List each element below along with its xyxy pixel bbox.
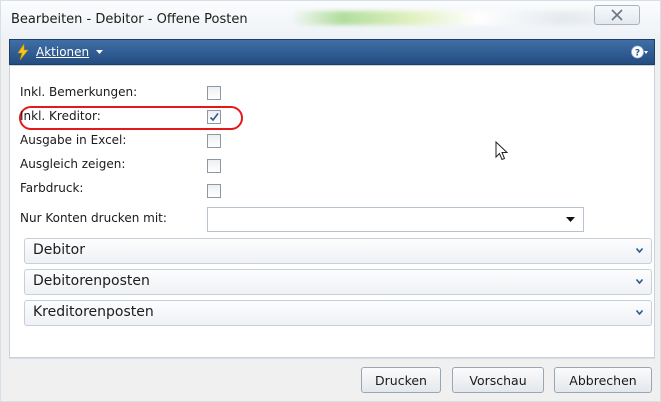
actions-menu[interactable]: Aktionen: [36, 45, 89, 59]
print-button[interactable]: Drucken: [361, 367, 441, 393]
mouse-pointer-icon: [495, 141, 509, 161]
option-label-kreditor: Inkl. Kreditor:: [20, 109, 101, 123]
preview-button[interactable]: Vorschau: [452, 367, 544, 393]
fasttab-debitor-label: Debitor: [33, 242, 85, 258]
nur-konten-label: Nur Konten drucken mit:: [20, 211, 167, 225]
option-label-excel: Ausgabe in Excel:: [20, 133, 127, 147]
dialog-footer: Drucken Vorschau Abbrechen: [9, 358, 655, 399]
action-bar: Aktionen ?: [9, 39, 655, 65]
close-button[interactable]: [594, 5, 640, 25]
chevron-down-icon[interactable]: [96, 50, 103, 54]
checkmark-icon: [209, 113, 219, 122]
title-bar-glow: [291, 11, 631, 25]
dropdown-caret-icon: [566, 217, 575, 222]
fasttab-debitor[interactable]: Debitor: [24, 238, 652, 264]
chevron-down-icon: [636, 310, 643, 315]
fasttab-debitorenposten[interactable]: Debitorenposten: [24, 269, 652, 295]
checkbox-bemerkungen[interactable]: [207, 86, 221, 100]
title-bar: Bearbeiten - Debitor - Offene Posten: [1, 1, 660, 39]
svg-text:?: ?: [635, 49, 640, 59]
cancel-button[interactable]: Abbrechen: [554, 367, 652, 393]
fasttab-kreditorenposten[interactable]: Kreditorenposten: [24, 300, 652, 326]
request-options-panel: Inkl. Bemerkungen: Inkl. Kreditor: Ausga…: [9, 65, 655, 358]
close-icon: [611, 9, 623, 21]
checkbox-ausgleich[interactable]: [207, 159, 221, 173]
fasttab-kreditorenposten-label: Kreditorenposten: [33, 304, 154, 320]
chevron-down-icon: [636, 248, 643, 253]
checkbox-excel[interactable]: [207, 134, 221, 148]
help-circle-icon[interactable]: ?: [631, 45, 649, 59]
dialog-window: Bearbeiten - Debitor - Offene Posten Akt…: [0, 0, 661, 402]
checkbox-kreditor[interactable]: [207, 110, 221, 124]
checkbox-farbdruck[interactable]: [207, 184, 221, 198]
chevron-down-icon: [636, 279, 643, 284]
option-label-farbdruck: Farbdruck:: [20, 181, 84, 195]
lightning-bolt-icon: [17, 44, 29, 60]
option-label-ausgleich: Ausgleich zeigen:: [20, 157, 126, 171]
window-title: Bearbeiten - Debitor - Offene Posten: [11, 12, 248, 27]
nur-konten-dropdown[interactable]: [207, 207, 584, 232]
fasttab-debitorenposten-label: Debitorenposten: [33, 273, 150, 289]
option-label-bemerkungen: Inkl. Bemerkungen:: [20, 85, 138, 99]
